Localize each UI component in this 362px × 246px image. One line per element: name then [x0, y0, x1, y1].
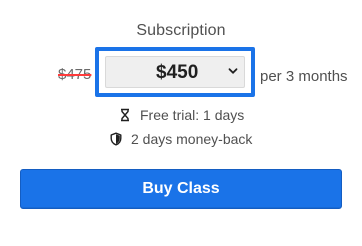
price-select[interactable]: $450 — [105, 56, 245, 88]
money-back-text: 2 days money-back — [131, 131, 253, 147]
buy-class-button[interactable]: Buy Class — [20, 169, 342, 209]
selected-price: $450 — [156, 62, 199, 83]
subscription-card: Subscription $475 $450 per 3 months Free… — [0, 0, 362, 246]
chevron-down-icon — [228, 68, 238, 74]
free-trial-row: Free trial: 1 days — [118, 107, 244, 123]
subscription-title: Subscription — [136, 22, 226, 39]
free-trial-text: Free trial: 1 days — [140, 107, 245, 123]
price-select-focus-ring: $450 — [95, 47, 255, 97]
billing-period: per 3 months — [260, 68, 348, 85]
hourglass-icon — [121, 108, 129, 122]
shield-icon — [110, 132, 122, 146]
money-back-row: 2 days money-back — [109, 131, 252, 147]
original-price: $475 — [58, 66, 92, 83]
